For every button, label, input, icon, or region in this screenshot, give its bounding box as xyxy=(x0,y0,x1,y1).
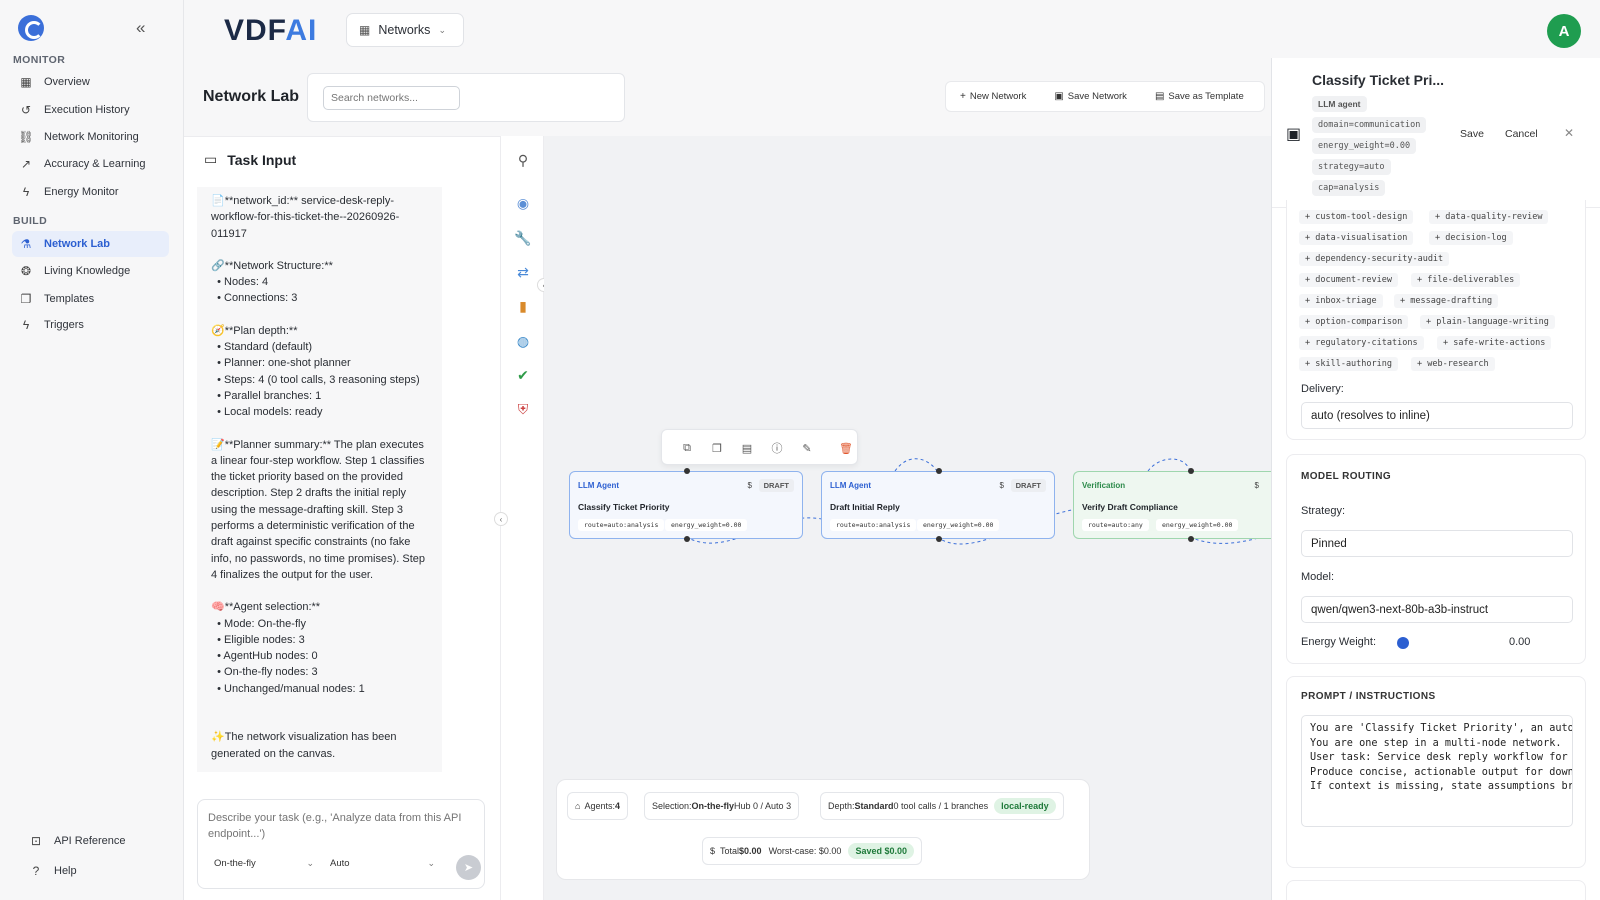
skill-chip[interactable]: + file-deliverables xyxy=(1411,273,1521,287)
delivery-select[interactable]: auto (resolves to inline) xyxy=(1301,402,1573,429)
network-node[interactable]: Verification $ Verify Draft Compliance r… xyxy=(1073,468,1273,542)
node-output-port[interactable] xyxy=(936,536,942,542)
node-input-port[interactable] xyxy=(684,468,690,474)
strategy-label: Strategy: xyxy=(1301,505,1346,517)
skill-chip[interactable]: + skill-authoring xyxy=(1299,357,1398,371)
inspector-tag: strategy=auto xyxy=(1312,159,1391,175)
node-category: LLM Agent xyxy=(578,481,620,490)
edge xyxy=(1147,458,1191,472)
skill-chip[interactable]: + inbox-triage xyxy=(1299,294,1383,308)
skills-card: + custom-tool-design + data-quality-revi… xyxy=(1286,200,1586,440)
energy-weight-slider[interactable] xyxy=(1397,637,1409,649)
copy-icon[interactable]: ⧉ xyxy=(678,439,696,457)
stat-value: Standard xyxy=(854,801,894,811)
energy-weight-label: Energy Weight: xyxy=(1301,636,1377,648)
skill-chip[interactable]: + dependency-security-audit xyxy=(1299,252,1450,266)
edge xyxy=(894,458,938,472)
stat-detail: 0 tool calls / 1 branches xyxy=(893,801,989,811)
prompt-card: PROMPT / INSTRUCTIONS You are 'Classify … xyxy=(1286,676,1586,868)
stat-value: 4 xyxy=(614,801,620,811)
dollar-icon: $ xyxy=(710,846,716,856)
inspector-header: Classify Ticket Pri... LLM agent domain=… xyxy=(1272,58,1600,208)
node-cost-icon: $ xyxy=(999,481,1004,490)
duplicate-icon[interactable]: ❐ xyxy=(708,439,726,457)
skill-chip[interactable]: + option-comparison xyxy=(1299,315,1409,329)
model-label: Model: xyxy=(1301,571,1335,583)
stat-label: Depth: xyxy=(828,801,855,811)
file-icon[interactable]: ▤ xyxy=(738,439,756,457)
node-output-port[interactable] xyxy=(1188,536,1194,542)
robot-icon: ⌂ xyxy=(575,801,581,811)
node-input-port[interactable] xyxy=(1188,468,1194,474)
node-category: LLM Agent xyxy=(830,481,872,490)
skill-chip[interactable]: + regulatory-citations xyxy=(1299,336,1424,350)
node-inspector: Classify Ticket Pri... LLM agent domain=… xyxy=(1271,58,1600,900)
energy-weight-value: 0.00 xyxy=(1509,636,1531,648)
network-node[interactable]: LLM Agent $ DRAFT Draft Initial Reply ro… xyxy=(821,468,1055,542)
node-toolbar: ⧉ ❐ ▤ ⓘ ✎ 🗑 xyxy=(661,429,858,465)
node-name: Classify Ticket Priority xyxy=(578,502,670,512)
inspector-tag: domain=communication xyxy=(1312,117,1427,133)
next-card xyxy=(1286,880,1586,900)
node-chip: route=auto:analysis xyxy=(578,519,665,531)
prompt-heading: PROMPT / INSTRUCTIONS xyxy=(1301,691,1436,702)
inspector-tag: cap=analysis xyxy=(1312,180,1386,196)
node-input-port[interactable] xyxy=(936,468,942,474)
edit-icon[interactable]: ✎ xyxy=(798,439,816,457)
cost-stat: $ Total $0.00 Worst-case: $0.00 Saved $0.00 xyxy=(702,837,922,865)
agents-stat: ⌂ Agents: 4 xyxy=(567,792,628,820)
prompt-textarea[interactable]: You are 'Classify Ticket Priority', an a… xyxy=(1301,715,1573,827)
package-icon: ▣ xyxy=(1286,126,1302,143)
inspector-tag: LLM agent xyxy=(1312,96,1367,112)
delete-icon[interactable]: 🗑 xyxy=(837,439,855,457)
skill-chip[interactable]: + data-quality-review xyxy=(1429,210,1549,224)
save-button[interactable]: Save xyxy=(1460,128,1484,140)
saved-badge: Saved $0.00 xyxy=(848,843,914,859)
strategy-select[interactable]: Pinned xyxy=(1301,530,1573,557)
network-node[interactable]: LLM Agent $ DRAFT Classify Ticket Priori… xyxy=(569,468,803,542)
node-category: Verification xyxy=(1082,481,1126,490)
stat-label: Total xyxy=(720,846,740,856)
worst-case-cost: Worst-case: $0.00 xyxy=(768,846,842,856)
inspector-title: Classify Ticket Pri... xyxy=(1312,72,1445,88)
skill-chip[interactable]: + plain-language-writing xyxy=(1420,315,1555,329)
inspector-tag: energy_weight=0.00 xyxy=(1312,138,1417,154)
node-status-badge: DRAFT xyxy=(1010,479,1046,492)
node-status-badge: DRAFT xyxy=(758,479,794,492)
depth-stat: Depth: Standard 0 tool calls / 1 branches l… xyxy=(820,792,1064,820)
delivery-label: Delivery: xyxy=(1301,383,1344,395)
stat-label: Selection: xyxy=(652,801,692,811)
node-chip: route=auto:analysis xyxy=(830,519,917,531)
node-output-port[interactable] xyxy=(684,536,690,542)
skill-chip[interactable]: + web-research xyxy=(1411,357,1495,371)
model-routing-card: MODEL ROUTING Strategy: Pinned Model: qw… xyxy=(1286,454,1586,664)
skill-chip[interactable]: + message-drafting xyxy=(1394,294,1499,308)
model-routing-heading: MODEL ROUTING xyxy=(1301,471,1392,482)
stat-value: $0.00 xyxy=(739,846,762,856)
node-chip: energy_weight=0.00 xyxy=(917,519,1000,531)
node-cost-icon: $ xyxy=(747,481,752,490)
skill-chip[interactable]: + data-visualisation xyxy=(1299,231,1414,245)
node-name: Verify Draft Compliance xyxy=(1082,502,1178,512)
stat-label: Agents: xyxy=(584,801,615,811)
close-icon[interactable]: ✕ xyxy=(1564,126,1574,140)
node-cost-icon: $ xyxy=(1254,481,1259,490)
skill-chip[interactable]: + document-review xyxy=(1299,273,1398,287)
node-chip: energy_weight=0.00 xyxy=(1156,519,1239,531)
skill-chip[interactable]: + decision-log xyxy=(1429,231,1513,245)
model-select[interactable]: qwen/qwen3-next-80b-a3b-instruct xyxy=(1301,596,1573,623)
local-ready-badge: local-ready xyxy=(994,798,1056,814)
info-icon[interactable]: ⓘ xyxy=(768,439,786,457)
skill-chip[interactable]: + safe-write-actions xyxy=(1437,336,1552,350)
node-chip: energy_weight=0.00 xyxy=(665,519,748,531)
node-chip: route=auto:any xyxy=(1082,519,1149,531)
selection-stat: Selection: On-the-fly Hub 0 / Auto 3 xyxy=(644,792,800,820)
node-name: Draft Initial Reply xyxy=(830,502,900,512)
inspector-body[interactable]: + custom-tool-design + data-quality-revi… xyxy=(1286,200,1586,900)
stat-value: On-the-fly xyxy=(691,801,735,811)
skill-chip[interactable]: + custom-tool-design xyxy=(1299,210,1414,224)
cancel-button[interactable]: Cancel xyxy=(1505,128,1538,140)
stat-detail: Hub 0 / Auto 3 xyxy=(734,801,792,811)
network-stats: ⌂ Agents: 4 Selection: On-the-fly Hub 0 / Au… xyxy=(556,779,1090,880)
